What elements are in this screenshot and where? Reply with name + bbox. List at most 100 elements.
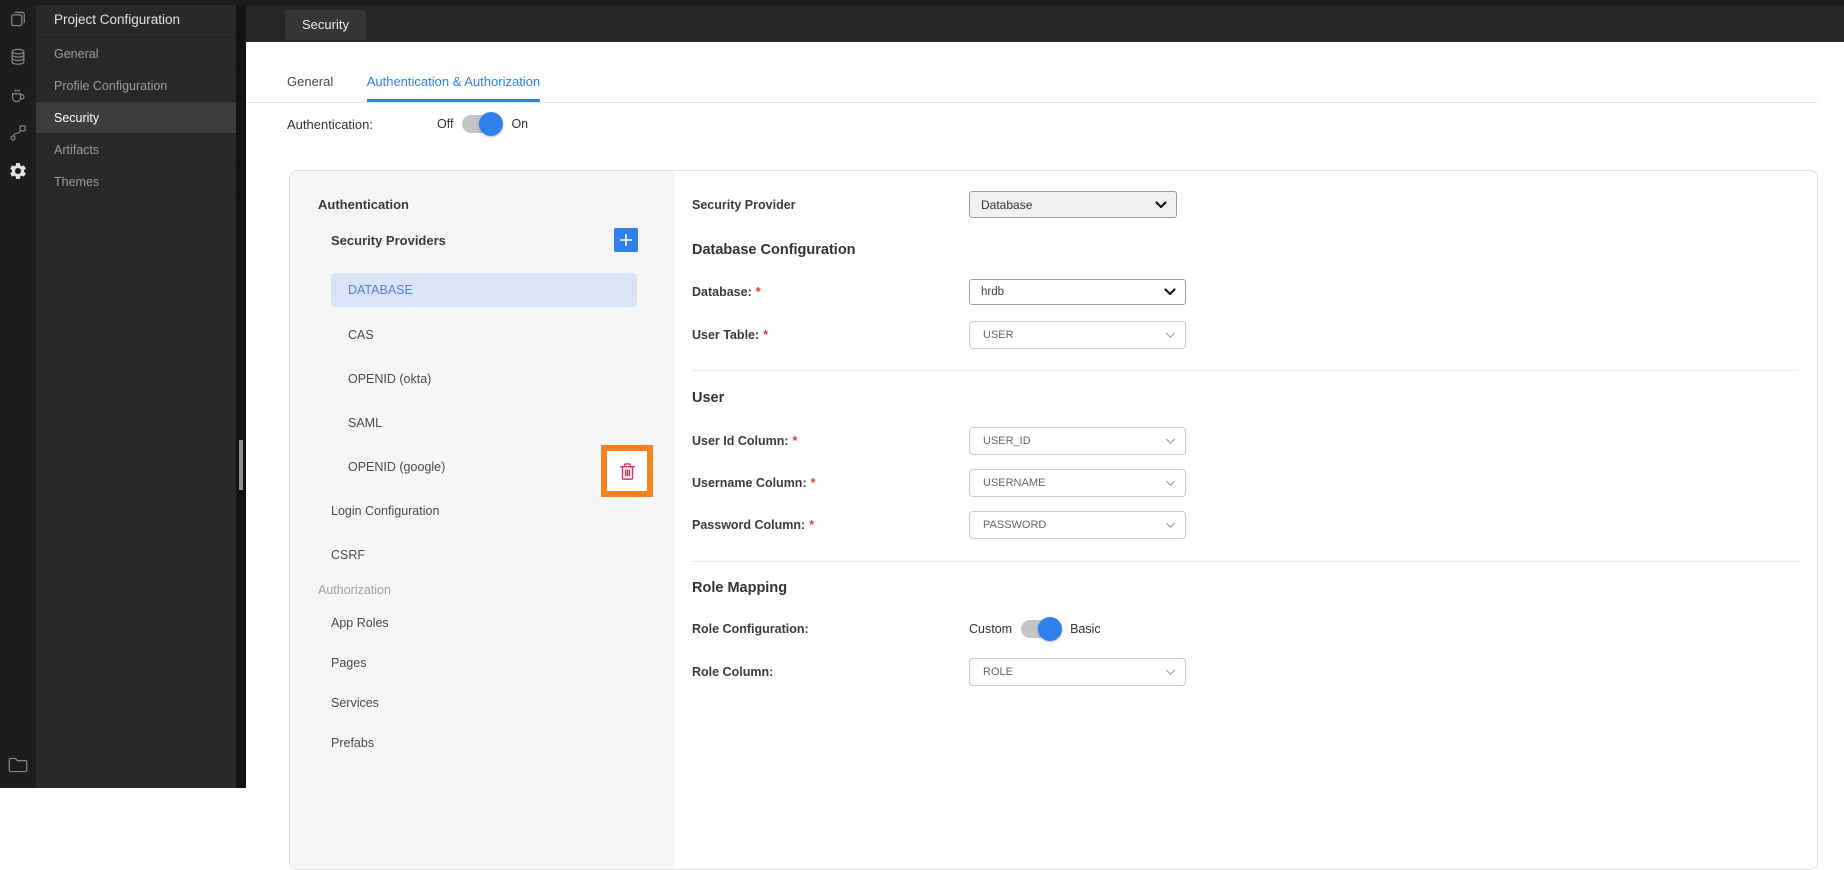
username-column-label: Username Column:*	[692, 476, 969, 490]
security-tabs: General Authentication & Authorization	[246, 62, 1818, 103]
sidebar-item-profile-configuration[interactable]: Profile Configuration	[36, 70, 236, 102]
settings-icon[interactable]	[0, 152, 36, 190]
chevron-down-icon	[1164, 288, 1176, 296]
scrollbar-thumb[interactable]	[239, 440, 243, 490]
role-configuration-label: Role Configuration:	[692, 622, 969, 636]
user-table-label: User Table:*	[692, 328, 969, 342]
sidebar-item-security[interactable]: Security	[36, 102, 236, 134]
database-value: hrdb	[981, 286, 1004, 298]
chevron-down-icon	[1165, 332, 1176, 339]
required-asterisk: *	[763, 328, 768, 342]
chevron-down-icon	[1165, 480, 1176, 487]
database-configuration-heading: Database Configuration	[692, 242, 1799, 258]
database-row: Database:* hrdb	[692, 279, 1799, 305]
user-id-column-select[interactable]: USER_ID	[969, 427, 1186, 455]
top-header-bar: Security	[246, 0, 1844, 42]
chevron-down-icon	[1165, 522, 1176, 529]
security-provider-select[interactable]: Database	[969, 191, 1177, 218]
user-table-row: User Table:* USER	[692, 321, 1799, 349]
user-id-column-label: User Id Column:*	[692, 434, 969, 448]
authentication-section-label: Authentication	[318, 197, 674, 212]
section-divider	[692, 370, 1799, 371]
tab-general[interactable]: General	[287, 62, 333, 102]
window-top-edge	[0, 0, 1844, 5]
main-area: Security General Authentication & Author…	[246, 0, 1844, 788]
trash-icon	[618, 461, 637, 482]
password-column-value: PASSWORD	[983, 519, 1046, 531]
switch-thumb	[479, 112, 503, 136]
role-column-value: ROLE	[983, 666, 1013, 678]
password-column-row: Password Column:* PASSWORD	[692, 511, 1799, 539]
chevron-down-icon	[1155, 201, 1167, 209]
switch-thumb	[1038, 617, 1062, 641]
security-provider-row: Security Provider Database	[692, 191, 1799, 218]
nav-item-pages[interactable]: Pages	[290, 643, 674, 683]
security-providers-row: Security Providers	[331, 228, 638, 252]
provider-item-openid-okta[interactable]: OPENID (okta)	[290, 357, 674, 401]
username-column-select[interactable]: USERNAME	[969, 469, 1186, 497]
security-provider-value: Database	[981, 198, 1032, 212]
toggle-off-label: Off	[437, 117, 453, 131]
icon-rail	[0, 0, 36, 788]
authentication-switch[interactable]	[462, 114, 502, 134]
user-id-column-value: USER_ID	[983, 435, 1031, 447]
role-config-custom-label: Custom	[969, 622, 1012, 636]
required-asterisk: *	[811, 476, 816, 490]
java-service-icon[interactable]	[0, 76, 36, 114]
provider-item-saml[interactable]: SAML	[290, 401, 674, 445]
username-column-value: USERNAME	[983, 477, 1045, 489]
sidebar-item-general[interactable]: General	[36, 38, 236, 70]
plus-icon	[619, 233, 633, 247]
project-configuration-sidebar: Project Configuration General Profile Co…	[36, 0, 236, 788]
folder-icon[interactable]	[0, 748, 36, 782]
authentication-toggle-row: Authentication: Off On	[287, 112, 528, 136]
sidebar-title: Project Configuration	[36, 0, 236, 38]
sidebar-item-themes[interactable]: Themes	[36, 166, 236, 198]
toggle-on-label: On	[511, 117, 528, 131]
section-divider	[692, 561, 1799, 562]
provider-config-form: Security Provider Database Database Conf…	[674, 171, 1817, 869]
nav-item-services[interactable]: Services	[290, 683, 674, 723]
delete-provider-button-highlight[interactable]	[601, 445, 653, 497]
nav-item-app-roles[interactable]: App Roles	[290, 603, 674, 643]
role-column-select[interactable]: ROLE	[969, 658, 1186, 686]
chevron-down-icon	[1165, 438, 1176, 445]
pages-icon[interactable]	[0, 0, 36, 38]
api-icon[interactable]	[0, 114, 36, 152]
role-configuration-switch[interactable]	[1021, 619, 1061, 639]
nav-item-prefabs[interactable]: Prefabs	[290, 723, 674, 763]
sidebar-item-artifacts[interactable]: Artifacts	[36, 134, 236, 166]
security-nav-panel: Authentication Security Providers DATABA…	[290, 171, 674, 869]
add-provider-button[interactable]	[614, 228, 638, 252]
user-table-select[interactable]: USER	[969, 321, 1186, 349]
user-table-value: USER	[983, 329, 1014, 341]
vertical-scrollbar[interactable]	[236, 0, 246, 788]
required-asterisk: *	[793, 434, 798, 448]
username-column-row: Username Column:* USERNAME	[692, 469, 1799, 497]
provider-item-database[interactable]: DATABASE	[331, 273, 637, 307]
provider-item-cas[interactable]: CAS	[290, 313, 674, 357]
database-icon[interactable]	[0, 38, 36, 76]
header-tab-security[interactable]: Security	[285, 10, 366, 40]
user-id-column-row: User Id Column:* USER_ID	[692, 427, 1799, 455]
authentication-label: Authentication:	[287, 117, 437, 132]
authorization-section-label: Authorization	[290, 577, 674, 603]
password-column-select[interactable]: PASSWORD	[969, 511, 1186, 539]
database-label: Database:*	[692, 285, 969, 299]
required-asterisk: *	[809, 518, 814, 532]
tab-authentication-authorization[interactable]: Authentication & Authorization	[367, 62, 540, 102]
security-content: General Authentication & Authorization A…	[246, 42, 1844, 788]
chevron-down-icon	[1165, 669, 1176, 676]
nav-item-csrf[interactable]: CSRF	[290, 533, 674, 577]
password-column-label: Password Column:*	[692, 518, 969, 532]
database-select[interactable]: hrdb	[969, 279, 1186, 305]
security-providers-label: Security Providers	[331, 233, 446, 248]
security-provider-label: Security Provider	[692, 198, 969, 212]
role-column-row: Role Column: ROLE	[692, 658, 1799, 686]
security-settings-card: Authentication Security Providers DATABA…	[289, 170, 1818, 870]
required-asterisk: *	[756, 285, 761, 299]
role-config-basic-label: Basic	[1070, 622, 1101, 636]
role-mapping-heading: Role Mapping	[692, 580, 1799, 596]
role-column-label: Role Column:	[692, 665, 969, 679]
user-heading: User	[692, 390, 1799, 406]
